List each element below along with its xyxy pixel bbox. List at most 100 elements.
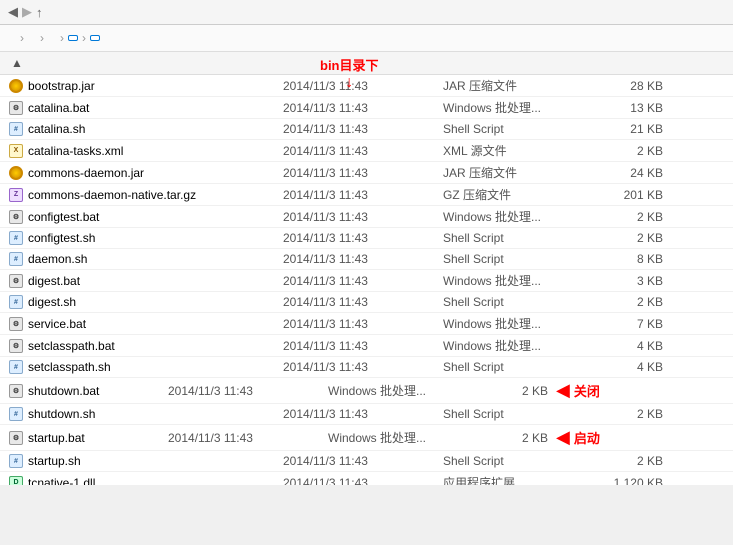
bat-icon: ⚙ [8, 316, 24, 332]
table-row[interactable]: bootstrap.jar2014/11/3 11:43JAR 压缩文件28 K… [0, 75, 733, 97]
file-date: 2014/11/3 11:43 [283, 166, 443, 180]
breadcrumb-tomcat[interactable] [68, 35, 78, 41]
file-date: 2014/11/3 11:43 [283, 210, 443, 224]
table-row[interactable]: # startup.sh2014/11/3 11:43Shell Script2 … [0, 451, 733, 472]
file-date: 2014/11/3 11:43 [283, 454, 443, 468]
breadcrumb-devdir[interactable] [48, 36, 56, 40]
file-name: configtest.sh [28, 231, 283, 245]
file-date: 2014/11/3 11:43 [283, 317, 443, 331]
breadcrumb-pc[interactable] [8, 36, 16, 40]
table-row[interactable]: Zcommons-daemon-native.tar.gz2014/11/3 1… [0, 184, 733, 206]
file-name: bootstrap.jar [28, 79, 283, 93]
breadcrumb: › › › › [0, 25, 733, 52]
file-name: startup.sh [28, 454, 283, 468]
file-type: Windows 批处理... [443, 99, 583, 116]
file-name: configtest.bat [28, 210, 283, 224]
file-type: Shell Script [443, 407, 583, 421]
file-name: digest.sh [28, 295, 283, 309]
file-date: 2014/11/3 11:43 [283, 274, 443, 288]
file-size: 8 KB [583, 252, 663, 266]
bat-icon: ⚙ [8, 430, 24, 446]
table-row[interactable]: Dtcnative-1.dll2014/11/3 11:43应用程序扩展1,12… [0, 472, 733, 485]
file-type: XML 源文件 [443, 142, 583, 159]
file-size: 2 KB [583, 144, 663, 158]
file-name: setclasspath.bat [28, 339, 283, 353]
file-date: 2014/11/3 11:43 [283, 144, 443, 158]
file-size: 28 KB [583, 79, 663, 93]
sep4: › [82, 31, 86, 45]
file-size: 4 KB [583, 360, 663, 374]
file-type: 应用程序扩展 [443, 474, 583, 485]
file-type: Windows 批处理... [443, 208, 583, 225]
file-name: tcnative-1.dll [28, 476, 283, 486]
file-date: 2014/11/3 11:43 [283, 101, 443, 115]
forward-btn[interactable]: ▶ [22, 4, 32, 20]
table-row[interactable]: ⚙setclasspath.bat2014/11/3 11:43Windows … [0, 335, 733, 357]
table-row[interactable]: ⚙configtest.bat2014/11/3 11:43Windows 批处… [0, 206, 733, 228]
table-row[interactable]: ⚙ service.bat2014/11/3 11:43Windows 批处理..… [0, 313, 733, 335]
up-btn[interactable]: ↑ [36, 5, 43, 20]
table-row[interactable]: #setclasspath.sh2014/11/3 11:43Shell Scr… [0, 357, 733, 378]
table-row[interactable]: #daemon.sh2014/11/3 11:43Shell Script8 K… [0, 249, 733, 270]
sh-icon: # [8, 453, 24, 469]
file-name: service.bat [28, 317, 283, 331]
file-size: 2 KB [583, 407, 663, 421]
sh-icon: # [8, 121, 24, 137]
file-date: 2014/11/3 11:43 [283, 295, 443, 309]
file-size: 7 KB [583, 317, 663, 331]
file-size: 2 KB [583, 295, 663, 309]
file-date: 2014/11/3 11:43 [283, 407, 443, 421]
file-type: JAR 压缩文件 [443, 164, 583, 181]
file-type: Shell Script [443, 454, 583, 468]
file-name: commons-daemon.jar [28, 166, 283, 180]
bat-icon: ⚙ [8, 100, 24, 116]
sep2: › [40, 31, 44, 45]
file-name: shutdown.bat [28, 384, 168, 398]
file-type: Shell Script [443, 295, 583, 309]
top-bar: ◀ ▶ ↑ [0, 0, 733, 25]
file-type: JAR 压缩文件 [443, 77, 583, 94]
file-size: 2 KB [583, 231, 663, 245]
table-row[interactable]: #catalina.sh2014/11/3 11:43Shell Script2… [0, 119, 733, 140]
file-name: catalina.bat [28, 101, 283, 115]
file-type: Windows 批处理... [328, 382, 468, 399]
table-row[interactable]: ⚙shutdown.bat2014/11/3 11:43Windows 批处理.… [0, 378, 733, 404]
file-size: 2 KB [583, 454, 663, 468]
file-name: catalina-tasks.xml [28, 144, 283, 158]
table-row[interactable]: ⚙digest.bat2014/11/3 11:43Windows 批处理...… [0, 270, 733, 292]
table-row[interactable]: ⚙startup.bat2014/11/3 11:43Windows 批处理..… [0, 425, 733, 451]
file-type: Windows 批处理... [443, 315, 583, 332]
breadcrumb-disk[interactable] [28, 36, 36, 40]
file-date: 2014/11/3 11:43 [283, 231, 443, 245]
file-type: Windows 批处理... [328, 429, 468, 446]
file-type: Windows 批处理... [443, 272, 583, 289]
file-type: Shell Script [443, 122, 583, 136]
file-size: 1,120 KB [583, 476, 663, 486]
file-size: 24 KB [583, 166, 663, 180]
sep3: › [60, 31, 64, 45]
column-headers: ▲ [0, 52, 733, 75]
file-list-container: bootstrap.jar2014/11/3 11:43JAR 压缩文件28 K… [0, 75, 733, 485]
file-list: bootstrap.jar2014/11/3 11:43JAR 压缩文件28 K… [0, 75, 733, 485]
file-type: Shell Script [443, 252, 583, 266]
table-row[interactable]: #digest.sh2014/11/3 11:43Shell Script2 K… [0, 292, 733, 313]
file-size: 3 KB [583, 274, 663, 288]
start-annotation: ◀启动 [556, 427, 600, 448]
file-type: GZ 压缩文件 [443, 186, 583, 203]
archive-icon: Z [8, 187, 24, 203]
breadcrumb-bin[interactable] [90, 35, 100, 41]
xml-icon: X [8, 143, 24, 159]
table-row[interactable]: ⚙ catalina.bat2014/11/3 11:43Windows 批处理.… [0, 97, 733, 119]
file-size: 13 KB [583, 101, 663, 115]
file-date: 2014/11/3 11:43 [168, 431, 328, 445]
back-btn[interactable]: ◀ [8, 4, 18, 20]
table-row[interactable]: #shutdown.sh2014/11/3 11:43Shell Script2… [0, 404, 733, 425]
table-row[interactable]: Xcatalina-tasks.xml2014/11/3 11:43XML 源文… [0, 140, 733, 162]
file-size: 2 KB [583, 210, 663, 224]
table-row[interactable]: commons-daemon.jar2014/11/3 11:43JAR 压缩文… [0, 162, 733, 184]
table-row[interactable]: #configtest.sh2014/11/3 11:43Shell Scrip… [0, 228, 733, 249]
sort-arrow: ▲ [11, 56, 23, 70]
col-name-header[interactable]: ▲ [8, 56, 288, 70]
sh-icon: # [8, 359, 24, 375]
file-date: 2014/11/3 11:43 [283, 252, 443, 266]
